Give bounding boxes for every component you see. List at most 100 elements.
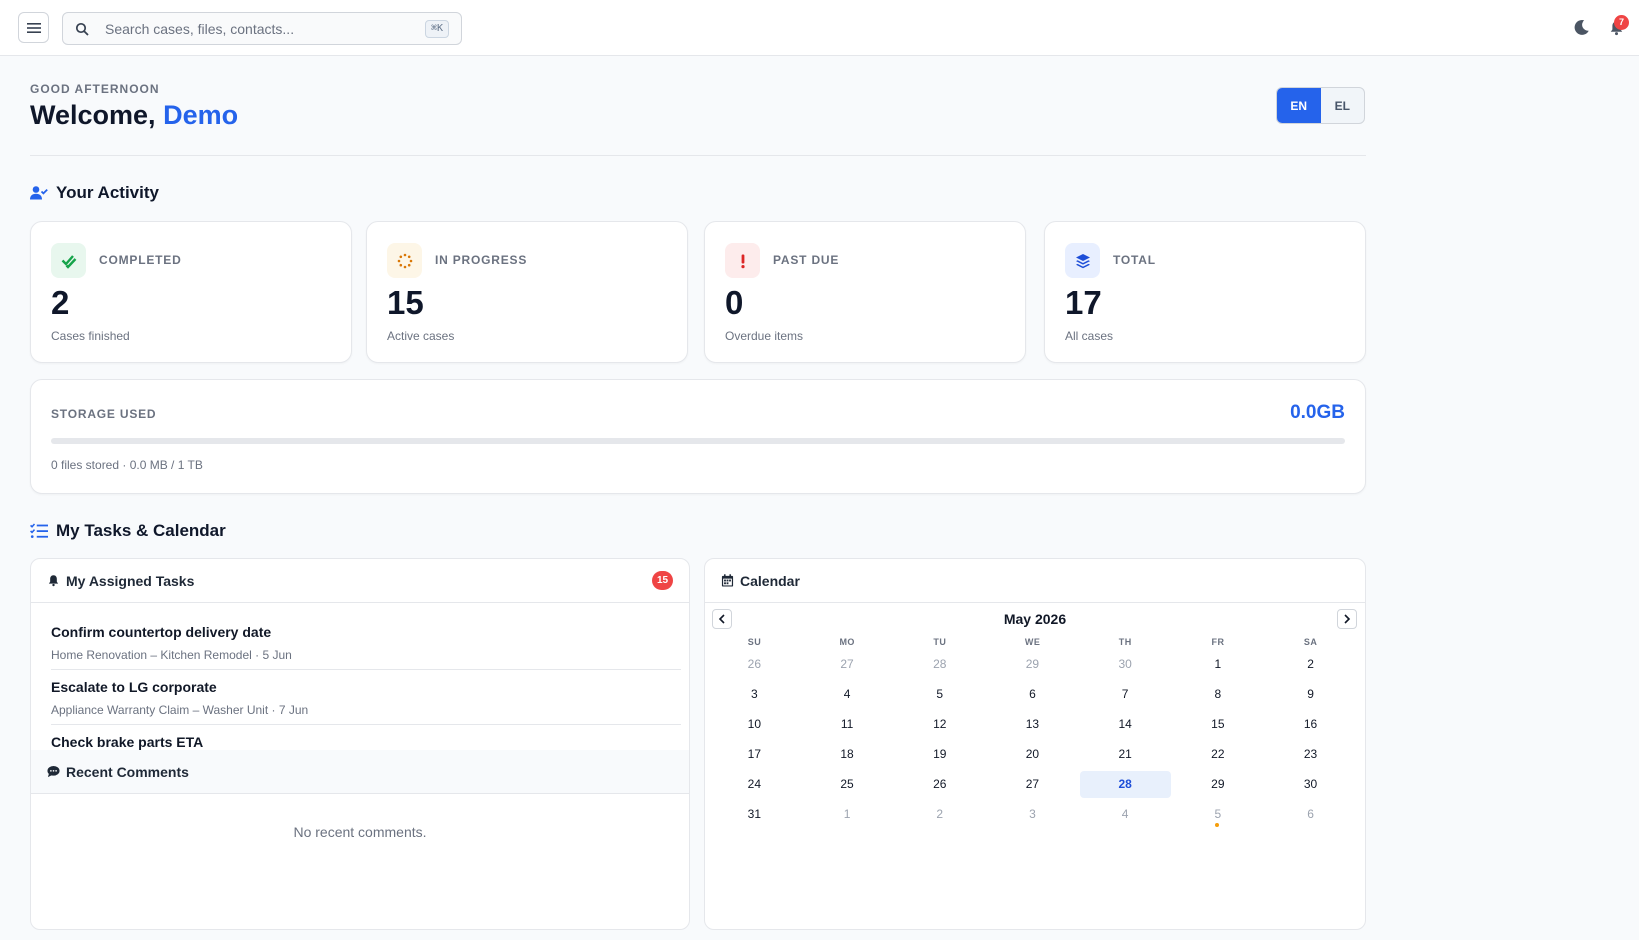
calendar-day-today[interactable]: 28 xyxy=(1079,771,1171,798)
weekday-header: WE xyxy=(1024,637,1041,647)
task-title: Check brake parts ETA xyxy=(51,734,204,750)
user-check-icon xyxy=(30,186,48,200)
calendar-day[interactable]: 5 xyxy=(1172,801,1263,828)
task-item[interactable]: Confirm countertop delivery date Home Re… xyxy=(51,615,681,670)
calendar-day[interactable]: 6 xyxy=(987,681,1078,708)
tasks-count-badge: 15 xyxy=(652,571,673,590)
list-check-icon xyxy=(30,523,48,538)
in-progress-icon-wrap xyxy=(387,243,422,278)
calendar-day[interactable]: 2 xyxy=(894,801,985,828)
moon-icon[interactable] xyxy=(1573,19,1590,36)
calendar-month-title: May 2026 xyxy=(1003,611,1067,627)
stat-label: COMPLETED xyxy=(99,253,182,267)
storage-card: STORAGE USED 0.0GB 0 files stored · 0.0 … xyxy=(30,379,1366,494)
task-title: Confirm countertop delivery date xyxy=(51,624,272,640)
calendar-day[interactable]: 13 xyxy=(987,711,1078,738)
calendar-day[interactable]: 22 xyxy=(1172,741,1263,768)
bell-icon xyxy=(48,575,59,587)
language-toggle: EN EL xyxy=(1276,87,1365,124)
calendar-day[interactable]: 4 xyxy=(1080,801,1171,828)
calendar-day[interactable]: 19 xyxy=(894,741,985,768)
stat-card-in-progress: IN PROGRESS 15 Active cases xyxy=(366,221,688,363)
tasks-section-title: My Tasks & Calendar xyxy=(30,521,226,541)
calendar-day[interactable]: 1 xyxy=(1172,651,1263,678)
comments-empty-state: No recent comments. xyxy=(293,824,427,840)
task-meta: Home Renovation – Kitchen Remodel · 5 Ju… xyxy=(51,648,292,662)
calendar-day[interactable]: 26 xyxy=(709,651,800,678)
lang-option-en[interactable]: EN xyxy=(1277,88,1321,123)
calendar-day[interactable]: 29 xyxy=(987,651,1078,678)
calendar-day[interactable]: 3 xyxy=(987,801,1078,828)
calendar-day[interactable]: 27 xyxy=(987,771,1078,798)
weekday-header: TU xyxy=(933,637,947,647)
calendar-day[interactable]: 28 xyxy=(894,651,985,678)
stat-sub: All cases xyxy=(1065,329,1114,343)
calendar-day[interactable]: 4 xyxy=(802,681,893,708)
past-due-icon-wrap xyxy=(725,243,760,278)
stat-value: 0 xyxy=(725,284,744,321)
event-dot xyxy=(1215,823,1220,827)
tasks-panel-header: My Assigned Tasks xyxy=(31,559,689,603)
calendar-day[interactable]: 31 xyxy=(709,801,800,828)
calendar-day[interactable]: 23 xyxy=(1265,741,1356,768)
menu-button[interactable] xyxy=(18,12,49,43)
calendar-day[interactable]: 24 xyxy=(709,771,800,798)
storage-value: 0.0GB xyxy=(1290,402,1345,423)
user-name: Demo xyxy=(163,100,239,130)
stat-card-total: TOTAL 17 All cases xyxy=(1044,221,1366,363)
calendar-day[interactable]: 21 xyxy=(1080,741,1171,768)
calendar-day[interactable]: 16 xyxy=(1265,711,1356,738)
calendar-day[interactable]: 9 xyxy=(1265,681,1356,708)
storage-sub: 0 files stored · 0.0 MB / 1 TB xyxy=(51,458,203,472)
search-input[interactable] xyxy=(105,13,405,44)
calendar-day[interactable]: 27 xyxy=(802,651,893,678)
total-icon-wrap xyxy=(1065,243,1100,278)
stat-value: 15 xyxy=(387,284,424,321)
notification-badge: 7 xyxy=(1614,15,1629,30)
stat-value: 17 xyxy=(1065,284,1102,321)
stat-sub: Active cases xyxy=(387,329,455,343)
calendar-day[interactable]: 18 xyxy=(802,741,893,768)
calendar-day[interactable]: 30 xyxy=(1080,651,1171,678)
lang-option-el[interactable]: EL xyxy=(1321,88,1365,123)
greeting-eyebrow: GOOD AFTERNOON xyxy=(30,82,160,96)
weekday-header: FR xyxy=(1211,637,1225,647)
comment-icon xyxy=(47,766,60,778)
calendar-day[interactable]: 6 xyxy=(1265,801,1356,828)
calendar-day[interactable]: 10 xyxy=(709,711,800,738)
task-meta: Appliance Warranty Claim – Washer Unit ·… xyxy=(51,703,309,717)
completed-icon-wrap xyxy=(51,243,86,278)
calendar-day[interactable]: 29 xyxy=(1172,771,1263,798)
calendar-day[interactable]: 30 xyxy=(1265,771,1356,798)
calendar-day[interactable]: 26 xyxy=(894,771,985,798)
double-check-icon xyxy=(61,254,76,269)
activity-title-text: Your Activity xyxy=(56,183,159,202)
calendar-day[interactable]: 25 xyxy=(802,771,893,798)
page-title: Welcome, Demo xyxy=(30,100,238,131)
calendar-day[interactable]: 8 xyxy=(1172,681,1263,708)
calendar-day[interactable]: 1 xyxy=(802,801,893,828)
calendar-day[interactable]: 11 xyxy=(802,711,893,738)
calendar-panel-header: Calendar xyxy=(705,559,1365,603)
tasks-section-text: My Tasks & Calendar xyxy=(56,521,226,540)
search-box[interactable]: ⌘K xyxy=(62,12,462,45)
calendar-icon xyxy=(721,574,734,587)
calendar-day[interactable]: 7 xyxy=(1080,681,1171,708)
calendar-panel: Calendar May 2026 SU MO TU WE TH FR SA 26 27 28 29… xyxy=(704,558,1366,930)
calendar-day[interactable]: 17 xyxy=(709,741,800,768)
calendar-day[interactable]: 2 xyxy=(1265,651,1356,678)
stat-label: IN PROGRESS xyxy=(435,253,528,267)
calendar-day[interactable]: 14 xyxy=(1080,711,1171,738)
stat-label: TOTAL xyxy=(1113,253,1156,267)
calendar-day[interactable]: 3 xyxy=(709,681,800,708)
task-item[interactable]: Escalate to LG corporate Appliance Warra… xyxy=(51,670,681,725)
calendar-day[interactable]: 12 xyxy=(894,711,985,738)
tasks-panel-title: My Assigned Tasks xyxy=(66,572,195,589)
welcome-text: Welcome, xyxy=(30,100,156,130)
stat-sub: Overdue items xyxy=(725,329,804,343)
top-bar: ⌘K 7 xyxy=(0,0,1639,56)
calendar-day[interactable]: 15 xyxy=(1172,711,1263,738)
stat-card-past-due: PAST DUE 0 Overdue items xyxy=(704,221,1026,363)
calendar-day[interactable]: 20 xyxy=(987,741,1078,768)
calendar-day[interactable]: 5 xyxy=(894,681,985,708)
